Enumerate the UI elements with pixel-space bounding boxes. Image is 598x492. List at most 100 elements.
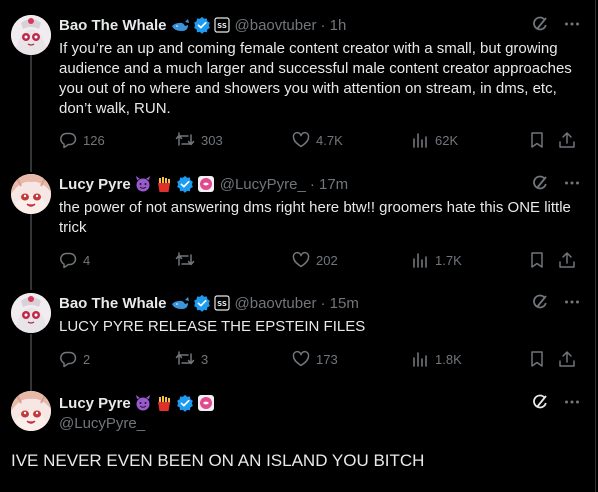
bookmark-icon <box>531 132 543 148</box>
share-icon <box>559 132 575 148</box>
fries-emoji-icon <box>155 394 173 412</box>
reply-icon <box>60 132 77 149</box>
tweet[interactable]: Lucy Pyre @LucyPyre_ · 17m the power of … <box>0 165 595 285</box>
user-handle[interactable]: @baovtuber <box>235 17 317 34</box>
like-button[interactable]: 202 <box>292 251 338 269</box>
view-count: 1.8K <box>435 351 462 367</box>
affiliate-badge-icon[interactable] <box>197 175 215 193</box>
more-icon[interactable] <box>563 393 581 411</box>
tweet-actions: 4 202 1.7K <box>59 251 581 271</box>
devil-emoji-icon <box>134 394 152 412</box>
view-count: 1.7K <box>435 252 462 268</box>
whale-emoji-icon <box>170 295 190 311</box>
reply-count: 4 <box>83 252 91 268</box>
reply-button[interactable]: 2 <box>59 350 90 368</box>
tweet-text: If you’re an up and coming female conten… <box>59 40 572 117</box>
tweet-header: Lucy Pyre <box>59 393 215 413</box>
verified-badge-icon[interactable] <box>176 175 194 193</box>
like-count: 4.7K <box>316 132 343 148</box>
reply-button[interactable]: 126 <box>59 131 105 149</box>
bookmark-icon <box>531 351 543 367</box>
tweet[interactable]: Bao The Whale SS @baovtuber · 15m LUCY P… <box>0 285 595 385</box>
like-button[interactable]: 173 <box>292 350 338 368</box>
avatar-lucy[interactable] <box>11 174 51 214</box>
user-handle[interactable]: @baovtuber <box>235 295 317 312</box>
tweet-text: LUCY PYRE RELEASE THE EPSTEIN FILES <box>59 318 366 335</box>
share-icon <box>559 252 575 268</box>
like-count: 173 <box>316 351 338 367</box>
views-icon <box>413 133 427 148</box>
display-name[interactable]: Lucy Pyre <box>59 395 131 412</box>
display-name[interactable]: Bao The Whale <box>59 295 167 312</box>
avatar-bao[interactable] <box>11 15 51 55</box>
affiliate-badge-icon[interactable]: SS <box>213 295 230 311</box>
views-button[interactable]: 62K <box>411 131 458 149</box>
bookmark-button[interactable] <box>528 251 546 269</box>
more-icon[interactable] <box>563 174 581 192</box>
tweet-header: Bao The Whale SS @baovtuber · 1h <box>59 15 346 35</box>
timestamp[interactable]: · 15m <box>320 295 358 312</box>
share-button[interactable] <box>558 350 576 368</box>
whale-emoji-icon <box>170 17 190 33</box>
grok-icon[interactable] <box>531 293 549 311</box>
main-tweet-text: IVE NEVER EVEN BEEN ON AN ISLAND YOU BIT… <box>11 451 425 470</box>
tweet-header: Lucy Pyre @LucyPyre_ · 17m <box>59 174 348 194</box>
bookmark-button[interactable] <box>528 350 546 368</box>
affiliate-badge-icon[interactable] <box>197 394 215 412</box>
more-icon[interactable] <box>563 293 581 311</box>
verified-badge-icon[interactable] <box>193 16 211 34</box>
bookmark-icon <box>531 252 543 268</box>
avatar-lucy[interactable] <box>11 391 51 431</box>
share-icon <box>559 351 575 367</box>
repost-count: 3 <box>201 351 209 367</box>
verified-badge-icon[interactable] <box>176 394 194 412</box>
main-tweet[interactable]: Lucy Pyre @LucyPyre_ <box>0 385 595 492</box>
reply-icon <box>60 252 77 269</box>
view-count: 62K <box>435 132 459 148</box>
reply-count: 126 <box>83 132 105 148</box>
repost-button[interactable] <box>175 251 201 269</box>
tweet-text: the power of not answering dms right her… <box>59 199 571 236</box>
like-icon <box>292 350 310 367</box>
share-button[interactable] <box>558 251 576 269</box>
main-handle-row: @LucyPyre_ <box>59 413 145 433</box>
views-button[interactable]: 1.8K <box>411 350 462 368</box>
repost-count: 303 <box>201 132 223 148</box>
avatar-bao[interactable] <box>11 293 51 333</box>
tweet[interactable]: Bao The Whale SS @baovtuber · 1h If you’… <box>0 0 595 165</box>
views-icon <box>413 253 427 268</box>
tweet-top-actions <box>531 393 581 411</box>
timestamp[interactable]: · 17m <box>310 176 348 193</box>
display-name[interactable]: Lucy Pyre <box>59 176 131 193</box>
views-button[interactable]: 1.7K <box>411 251 462 269</box>
like-button[interactable]: 4.7K <box>292 131 343 149</box>
tweet-top-actions <box>531 293 581 311</box>
bookmark-button[interactable] <box>528 131 546 149</box>
grok-icon[interactable] <box>531 174 549 192</box>
timeline-border <box>595 0 596 492</box>
fries-emoji-icon <box>155 175 173 193</box>
verified-badge-icon[interactable] <box>193 294 211 312</box>
user-handle[interactable]: @LucyPyre_ <box>59 415 145 432</box>
grok-icon[interactable] <box>531 15 549 33</box>
repost-icon <box>175 252 195 266</box>
repost-icon <box>175 351 195 365</box>
repost-icon <box>175 132 195 146</box>
grok-icon[interactable] <box>531 393 549 411</box>
devil-emoji-icon <box>134 175 152 193</box>
affiliate-badge-icon[interactable]: SS <box>213 17 230 33</box>
repost-button[interactable]: 303 <box>175 131 223 149</box>
reply-button[interactable]: 4 <box>59 251 90 269</box>
svg-text:SS: SS <box>217 300 227 308</box>
user-handle[interactable]: @LucyPyre_ <box>220 176 306 193</box>
reply-count: 2 <box>83 351 91 367</box>
timestamp[interactable]: · 1h <box>320 17 346 34</box>
tweet-top-actions <box>531 174 581 192</box>
repost-button[interactable]: 3 <box>175 350 208 368</box>
display-name[interactable]: Bao The Whale <box>59 17 167 34</box>
svg-text:SS: SS <box>217 22 227 30</box>
reply-icon <box>60 351 77 368</box>
share-button[interactable] <box>558 131 576 149</box>
more-icon[interactable] <box>563 15 581 33</box>
tweet-header: Bao The Whale SS @baovtuber · 15m <box>59 293 359 313</box>
